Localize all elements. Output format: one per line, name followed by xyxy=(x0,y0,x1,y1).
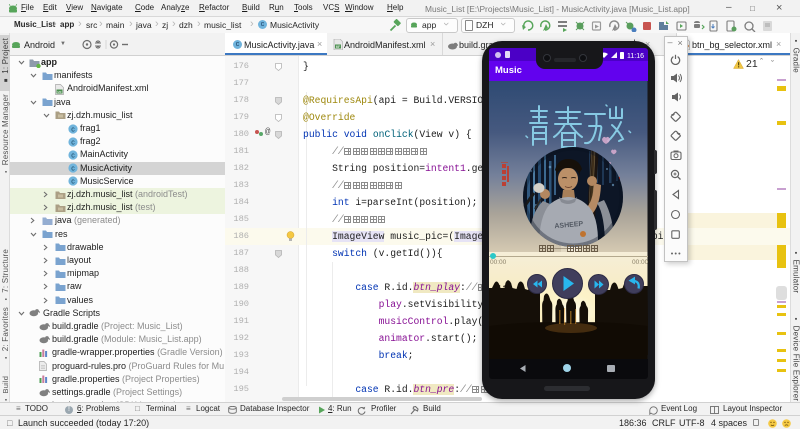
svg-text:c: c xyxy=(71,152,75,159)
svg-text:c: c xyxy=(71,126,75,133)
svg-text:c: c xyxy=(71,179,75,186)
svg-text:c: c xyxy=(71,139,75,146)
svg-text:11:16: 11:16 xyxy=(627,53,644,59)
svg-text:MF: MF xyxy=(336,45,341,49)
svg-text:c: c xyxy=(71,166,75,173)
svg-text:MF: MF xyxy=(57,90,61,94)
